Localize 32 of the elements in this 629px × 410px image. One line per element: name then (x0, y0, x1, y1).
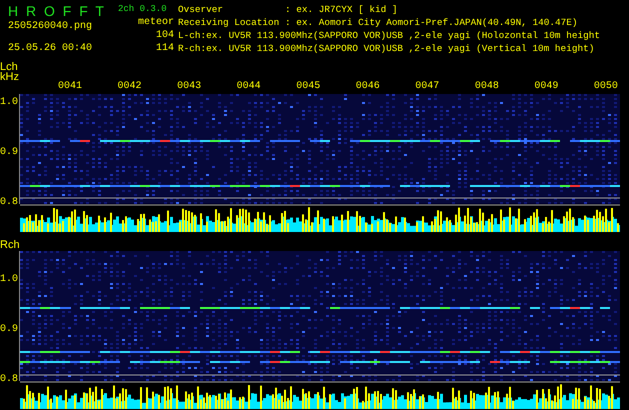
info-label: Ovserver (178, 3, 224, 16)
time-label: 0046 (356, 80, 380, 94)
file-name: 2505260040.png (8, 20, 94, 33)
time-label: 0045 (296, 80, 320, 94)
channel-label: Rch (0, 239, 20, 252)
frequency-label: 0.9 (0, 147, 18, 158)
frequency-label: 0.9 (0, 324, 18, 336)
info-label: L-ch:ex. UV5R 113.900Mhz(SAPPORO VOR)USB ,2-ele yagi (Holozontal 10m height (178, 29, 600, 42)
date-time: 25.05.26 00:40 (8, 42, 94, 55)
time-label: 0050 (594, 80, 618, 94)
info-value: : ex. Aomori City Aomori-Pref.JAPAN(40.49N, 140.47E) (285, 16, 578, 29)
time-label: 0042 (118, 80, 142, 94)
info-value: : ex. JR7CYX [ kid ] (285, 3, 398, 16)
info-label: R-ch:ex. UV5R 113.900Mhz(SAPPORO VOR)USB ,2-ele yagi (Vertical 10m height) (178, 42, 594, 55)
version-label: 2ch 0.3.0 (118, 3, 167, 16)
time-label: 0048 (474, 80, 499, 94)
frequency-label: 1.0 (0, 274, 18, 286)
unit-label: kHz (0, 72, 20, 82)
time-label: 0041 (58, 80, 82, 94)
meteor-count: 114 (156, 42, 174, 55)
channel-label: Lch (0, 62, 18, 72)
meteor-label: meteor (138, 16, 174, 29)
frequency-label: 0.8 (0, 374, 18, 386)
time-label: 0047 (415, 80, 440, 94)
frequency-label: 0.8 (0, 197, 18, 208)
time-label: 0049 (534, 80, 558, 94)
app-title: H R O F F T (8, 3, 106, 19)
frequency-label: 1.0 (0, 97, 18, 108)
meteor-count: 104 (156, 29, 174, 42)
time-label: 0044 (236, 80, 261, 94)
time-label: 0043 (177, 80, 202, 94)
info-label: Receiving Location (178, 16, 280, 29)
